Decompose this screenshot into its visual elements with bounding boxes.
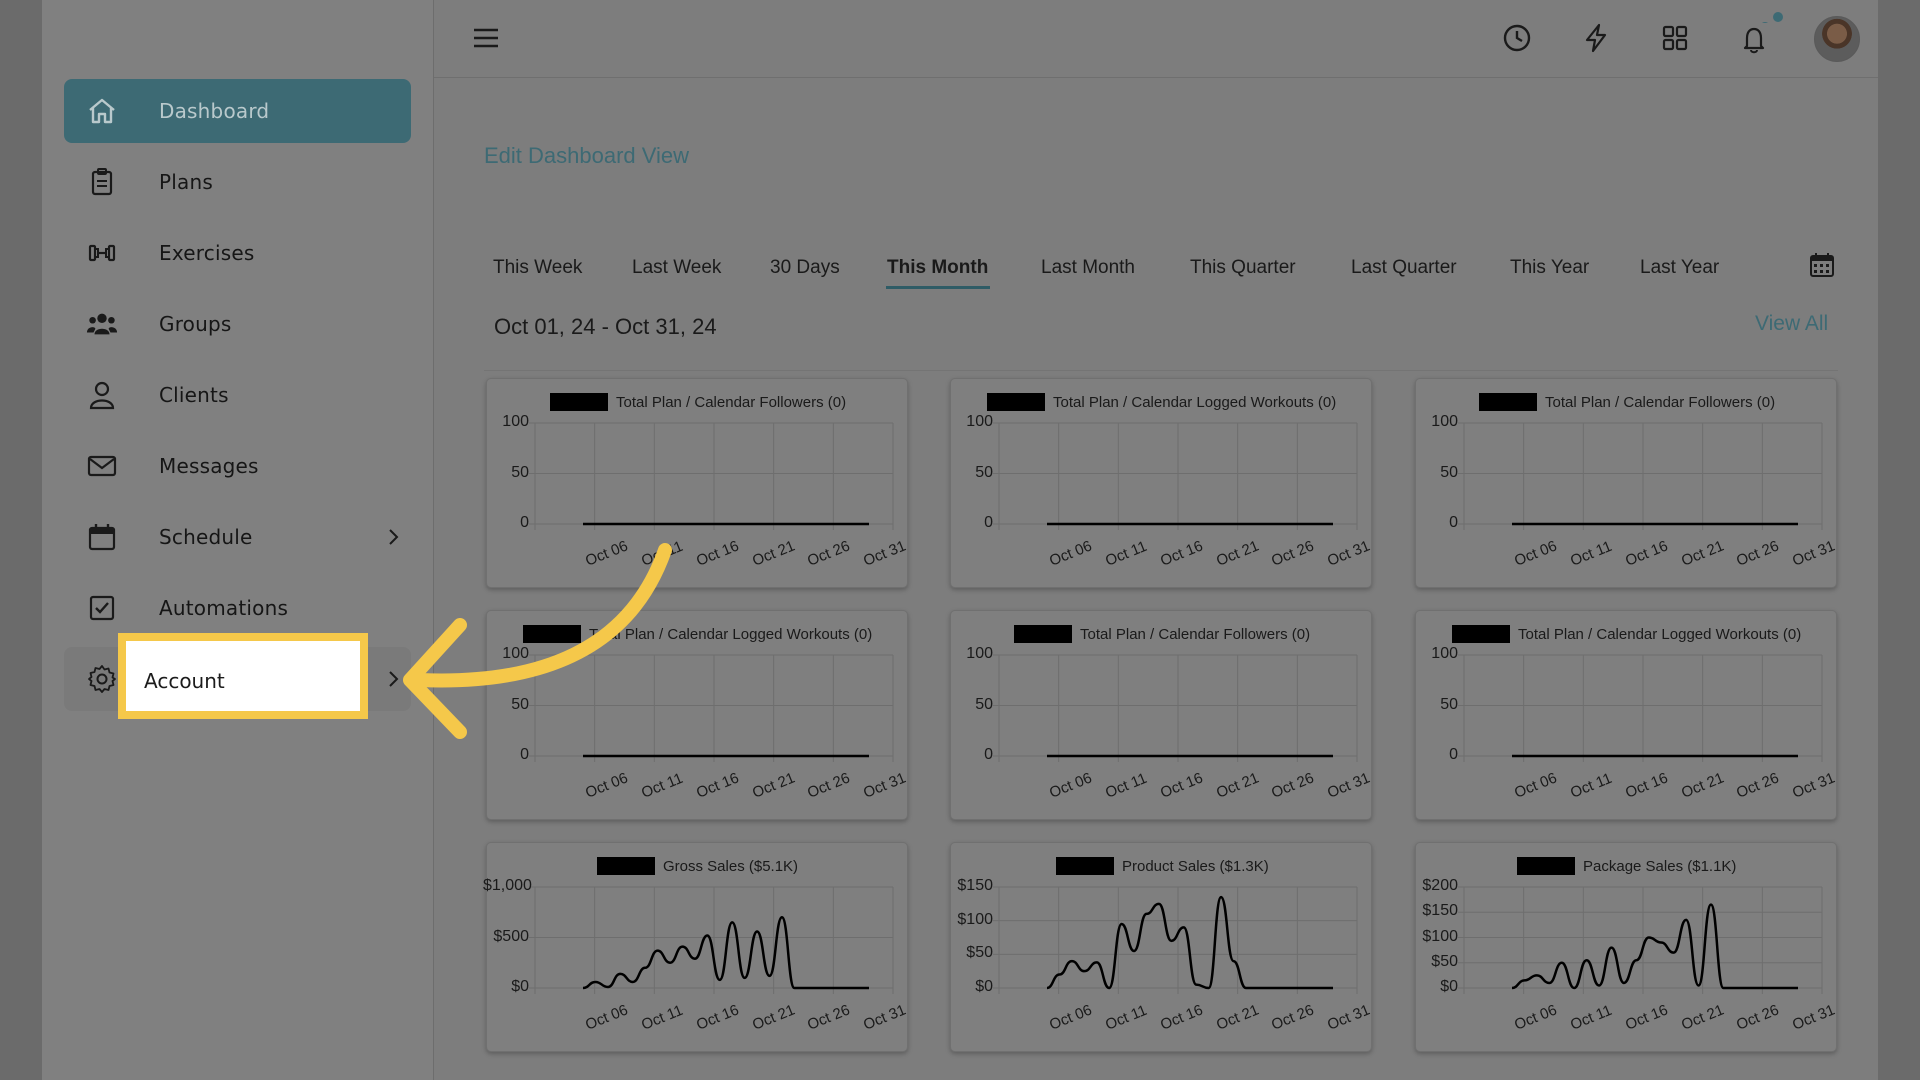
view-all-link[interactable]: View All [1755,312,1828,336]
sidebar-item-label: Exercises [159,241,255,265]
y-tick-label: 0 [1449,514,1458,531]
y-tick-label: 100 [1431,413,1458,430]
sidebar-item-plans[interactable]: Plans [64,150,411,214]
series-line [582,916,869,990]
gear-icon [86,663,118,695]
y-tick-label: $500 [493,927,529,945]
y-tick-label: 100 [966,413,993,430]
envelope-icon [86,450,118,482]
y-tick-label: $0 [975,978,993,995]
y-tick-label: 50 [1440,463,1458,481]
sidebar-item-schedule[interactable]: Schedule [64,505,411,569]
tab-last-week[interactable]: Last Week [632,257,721,279]
y-tick-label: 100 [966,645,993,662]
sidebar-item-messages[interactable]: Messages [64,434,411,498]
chart-card: Total Plan / Calendar Followers (0) 100 50… [950,610,1372,820]
chart-card: Gross Sales ($5.1K) $1,000 $500 $0 Oct 06 Oct… [483,842,908,1052]
y-tick-label: $100 [1422,927,1458,945]
home-icon [86,95,118,127]
y-tick-label: $0 [511,978,529,995]
y-tick-label: 0 [984,746,993,763]
tab-30-days[interactable]: 30 Days [770,257,840,279]
sidebar: Dashboard Plans Exercises Groups Clients… [42,0,434,1080]
tab-last-year[interactable]: Last Year [1640,257,1719,279]
y-tick-label: $150 [1422,902,1458,920]
y-tick-label: $50 [1431,952,1458,970]
sidebar-item-label: Automations [159,596,289,620]
y-tick-label: $100 [957,910,993,928]
lightning-icon[interactable] [1580,22,1612,54]
person-icon [86,379,118,411]
y-tick-label: $150 [957,877,993,894]
tab-last-month[interactable]: Last Month [1041,257,1135,279]
notification-dot [1773,12,1783,22]
y-tick-label: $0 [1440,978,1458,995]
menu-icon[interactable] [470,22,502,54]
edit-dashboard-link[interactable]: Edit Dashboard View [484,143,689,169]
sidebar-item-label: Groups [159,312,232,336]
tab-this-quarter[interactable]: This Quarter [1190,257,1296,279]
sidebar-item-groups[interactable]: Groups [64,292,411,356]
topbar [434,0,1878,78]
y-tick-label: 0 [1449,746,1458,763]
tab-this-year[interactable]: This Year [1510,257,1589,279]
y-tick-label: 50 [511,463,529,481]
annotation-arrow [403,543,672,739]
bell-icon[interactable] [1738,13,1770,54]
y-tick-label: 100 [1431,645,1458,662]
checkbox-icon [86,592,118,624]
y-tick-label: 100 [502,413,529,430]
y-tick-label: $1,000 [483,877,532,894]
date-range-label: Oct 01, 24 - Oct 31, 24 [494,314,717,339]
y-tick-label: 50 [975,695,993,713]
calendar-picker-icon[interactable] [1808,251,1836,279]
grid-icon[interactable] [1659,22,1691,54]
account-highlight-box[interactable]: Account [118,633,368,719]
sidebar-item-clients[interactable]: Clients [64,363,411,427]
chart-card: Product Sales ($1.3K) $150 $100 $50 $0 Oct 06… [950,842,1372,1052]
avatar[interactable] [1814,16,1860,62]
chart-card: Package Sales ($1.1K) $200 $150 $100 $50 $0 Oc… [1415,842,1837,1052]
y-tick-label: 50 [975,463,993,481]
active-tab-indicator [886,286,990,289]
y-tick-label: 0 [984,514,993,531]
sidebar-item-label: Account [144,669,225,693]
chart-card: Total Plan / Calendar Followers (0) 100 50… [1415,378,1837,588]
clock-icon[interactable] [1501,22,1533,54]
sidebar-item-automations[interactable]: Automations [64,576,411,640]
y-tick-label: $50 [966,944,993,962]
tab-this-month[interactable]: This Month [887,257,988,279]
sidebar-item-label: Schedule [159,525,253,549]
tab-this-week[interactable]: This Week [493,257,582,279]
y-tick-label: 0 [520,514,529,531]
dumbbell-icon [86,237,118,269]
sidebar-item-exercises[interactable]: Exercises [64,221,411,285]
sidebar-item-label: Clients [159,383,229,407]
group-icon [86,308,118,340]
calendar-icon [86,521,118,553]
chart-card: Total Plan / Calendar Logged Workouts (0… [1415,610,1837,820]
tab-last-quarter[interactable]: Last Quarter [1351,257,1457,279]
y-tick-label: $200 [1422,877,1458,894]
series-line [1511,903,1798,990]
chart-card: Total Plan / Calendar Logged Workouts (0… [950,378,1372,588]
sidebar-item-label: Plans [159,170,213,194]
series-line [1046,895,1333,990]
sidebar-item-label: Dashboard [159,99,270,123]
clipboard-icon [86,166,118,198]
y-tick-label: 50 [1440,695,1458,713]
sidebar-item-dashboard[interactable]: Dashboard [64,79,411,143]
sidebar-item-label: Messages [159,454,259,478]
